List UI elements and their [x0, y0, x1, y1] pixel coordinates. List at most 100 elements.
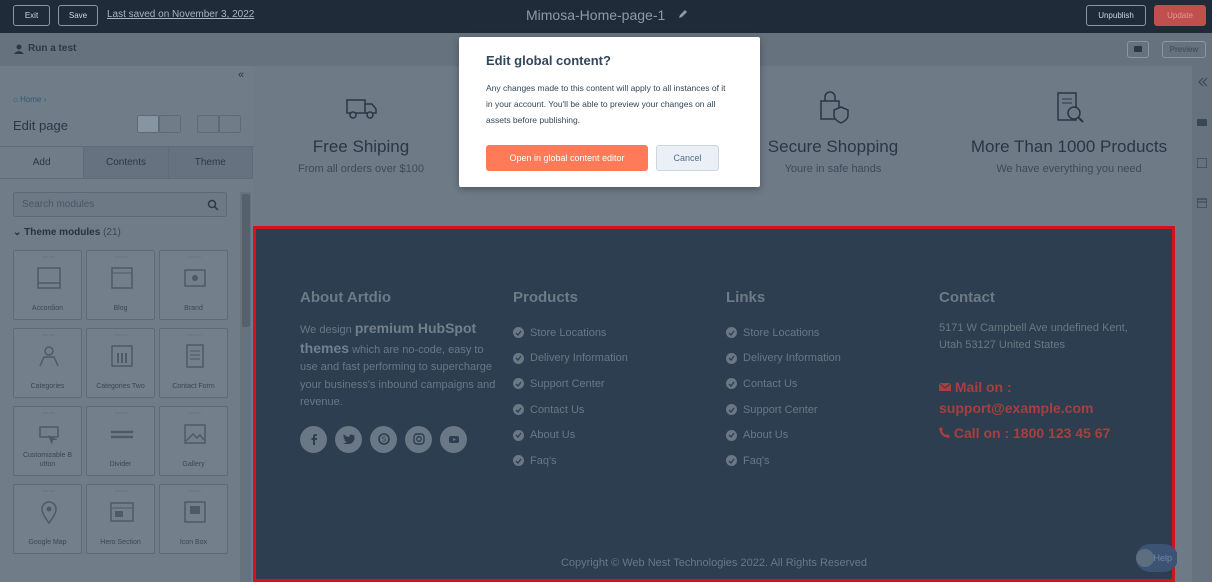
- mobile-view-icon[interactable]: [159, 115, 181, 133]
- theme-modules-header[interactable]: ⌄ Theme modules (21): [13, 227, 121, 238]
- module-tile[interactable]: ⋯⋯ Google Map: [13, 484, 82, 554]
- last-saved-link[interactable]: Last saved on November 3, 2022: [107, 9, 254, 20]
- divider-icon: [111, 430, 133, 439]
- help-chevron-icon[interactable]: [1136, 549, 1154, 567]
- links-link[interactable]: Support Center: [726, 397, 841, 423]
- links-link[interactable]: Contact Us: [726, 371, 841, 397]
- feature-free-shipping[interactable]: Free Shiping From all orders over $100: [261, 66, 461, 226]
- skype-icon[interactable]: S: [370, 425, 397, 453]
- contact-phone[interactable]: Call on : 1800 123 45 67: [939, 425, 1129, 441]
- calendar-icon[interactable]: [1197, 198, 1207, 208]
- products-link-label: Store Locations: [530, 326, 607, 339]
- products-link[interactable]: Support Center: [513, 371, 628, 397]
- module-label: Customizable B utton: [22, 452, 73, 468]
- redo-icon[interactable]: [219, 115, 241, 133]
- copyright-text: Copyright © Web Nest Technologies 2022. …: [560, 557, 868, 569]
- links-link[interactable]: About Us: [726, 422, 841, 448]
- comment-button[interactable]: [1127, 41, 1149, 58]
- module-label: Categories Two: [96, 383, 145, 390]
- tab-theme[interactable]: Theme: [168, 147, 253, 178]
- feature-secure-shopping[interactable]: Secure Shopping Youre in safe hands: [733, 66, 933, 226]
- module-tile[interactable]: ⋯⋯ Accordion: [13, 250, 82, 320]
- canvas-scrollbar[interactable]: [1177, 66, 1189, 582]
- module-tile[interactable]: ⋯⋯ Categories: [13, 328, 82, 398]
- check-circle-icon: [726, 429, 737, 441]
- check-circle-icon: [726, 455, 737, 467]
- preview-button[interactable]: Preview: [1162, 41, 1206, 58]
- check-circle-icon: [726, 404, 737, 416]
- check-circle-icon: [513, 404, 524, 416]
- links-link[interactable]: Delivery Information: [726, 346, 841, 372]
- sidebar-scroll-thumb[interactable]: [242, 194, 250, 327]
- tab-add[interactable]: Add: [0, 147, 85, 178]
- module-tile[interactable]: ⋯⋯ Customizable B utton: [13, 406, 82, 476]
- links-link-label: Contact Us: [743, 377, 798, 390]
- module-tile[interactable]: ⋯⋯ Contact Form: [159, 328, 228, 398]
- tab-contents[interactable]: Contents: [84, 147, 169, 178]
- module-label: Icon Box: [179, 539, 208, 546]
- module-tile[interactable]: ⋯⋯ Icon Box: [159, 484, 228, 554]
- contact-phone-text: Call on : 1800 123 45 67: [953, 425, 1111, 441]
- save-button[interactable]: Save: [58, 5, 98, 26]
- search-modules-input[interactable]: Search modules: [13, 192, 227, 217]
- gallery-icon: [184, 424, 206, 444]
- module-label: Contact Form: [172, 383, 215, 390]
- unpublish-button[interactable]: Unpublish: [1086, 5, 1146, 26]
- comments-icon[interactable]: [1197, 118, 1207, 128]
- desktop-view-icon[interactable]: [137, 115, 159, 133]
- cancel-button[interactable]: Cancel: [656, 145, 719, 171]
- contact-mail[interactable]: Mail on : support@example.com: [938, 377, 1119, 419]
- check-circle-icon: [513, 327, 524, 339]
- open-global-editor-button[interactable]: Open in global content editor: [486, 145, 648, 171]
- run-test-label: Run a test: [28, 43, 77, 54]
- instagram-icon[interactable]: [405, 425, 432, 453]
- dialog-title: Edit global content?: [486, 53, 611, 68]
- check-circle-icon: [513, 455, 524, 467]
- breadcrumb-home[interactable]: Home: [20, 95, 41, 104]
- collapse-sidebar-icon[interactable]: «: [238, 69, 244, 81]
- products-link-label: Contact Us: [530, 403, 585, 416]
- contact-title: Contact: [939, 289, 995, 306]
- module-tile[interactable]: ⋯⋯ Brand: [159, 250, 228, 320]
- links-link[interactable]: Faq's: [726, 448, 841, 474]
- youtube-icon[interactable]: [440, 425, 467, 453]
- footer-contact-column: Contact 5171 W Campbell Ave undefined Ke…: [938, 289, 1129, 441]
- feature-more-products[interactable]: More Than 1000 Products We have everythi…: [959, 66, 1179, 226]
- breadcrumb[interactable]: ⌂ Home ›: [13, 95, 46, 104]
- user-icon: [14, 44, 24, 54]
- edit-global-content-dialog: Edit global content? Any changes made to…: [459, 37, 760, 187]
- contact-form-icon: [186, 344, 204, 368]
- feature-subtitle: From all orders over $100: [298, 163, 424, 175]
- run-test-button[interactable]: Run a test: [14, 43, 76, 54]
- accordion-icon: [37, 267, 61, 289]
- pencil-icon[interactable]: [678, 9, 688, 19]
- about-text: We design premium HubSpot themes which a…: [300, 320, 500, 412]
- update-button[interactable]: Update: [1154, 5, 1206, 26]
- module-tile[interactable]: ⋯⋯ Categories Two: [86, 328, 155, 398]
- envelope-icon: [938, 382, 952, 391]
- page-title[interactable]: Mimosa-Home-page-1: [526, 7, 665, 23]
- shield-bag-icon: [820, 91, 849, 124]
- products-link[interactable]: Store Locations: [513, 320, 628, 346]
- about-title: About Artdio: [300, 289, 392, 306]
- twitter-icon[interactable]: [335, 425, 362, 453]
- products-link[interactable]: Delivery Information: [513, 346, 628, 372]
- products-link[interactable]: Faq's: [513, 448, 628, 474]
- products-title: Products: [513, 289, 579, 306]
- layout-icon[interactable]: [1197, 158, 1207, 168]
- module-label: Gallery: [182, 461, 205, 468]
- module-tile[interactable]: ⋯⋯ Divider: [86, 406, 155, 476]
- links-link[interactable]: Store Locations: [726, 320, 841, 346]
- categories-icon: [39, 346, 59, 367]
- expand-panel-icon[interactable]: [1196, 76, 1208, 88]
- facebook-icon[interactable]: [300, 425, 327, 453]
- module-tile[interactable]: ⋯⋯ Blog: [86, 250, 155, 320]
- module-tile[interactable]: ⋯⋯ Hero Section: [86, 484, 155, 554]
- search-icon[interactable]: [207, 199, 219, 211]
- module-tile[interactable]: ⋯⋯ Gallery: [159, 406, 228, 476]
- products-link[interactable]: About Us: [513, 422, 628, 448]
- undo-icon[interactable]: [197, 115, 219, 133]
- exit-button[interactable]: Exit: [13, 5, 50, 26]
- products-link[interactable]: Contact Us: [513, 397, 628, 423]
- footer-module-selected[interactable]: About Artdio We design premium HubSpot t…: [253, 226, 1178, 582]
